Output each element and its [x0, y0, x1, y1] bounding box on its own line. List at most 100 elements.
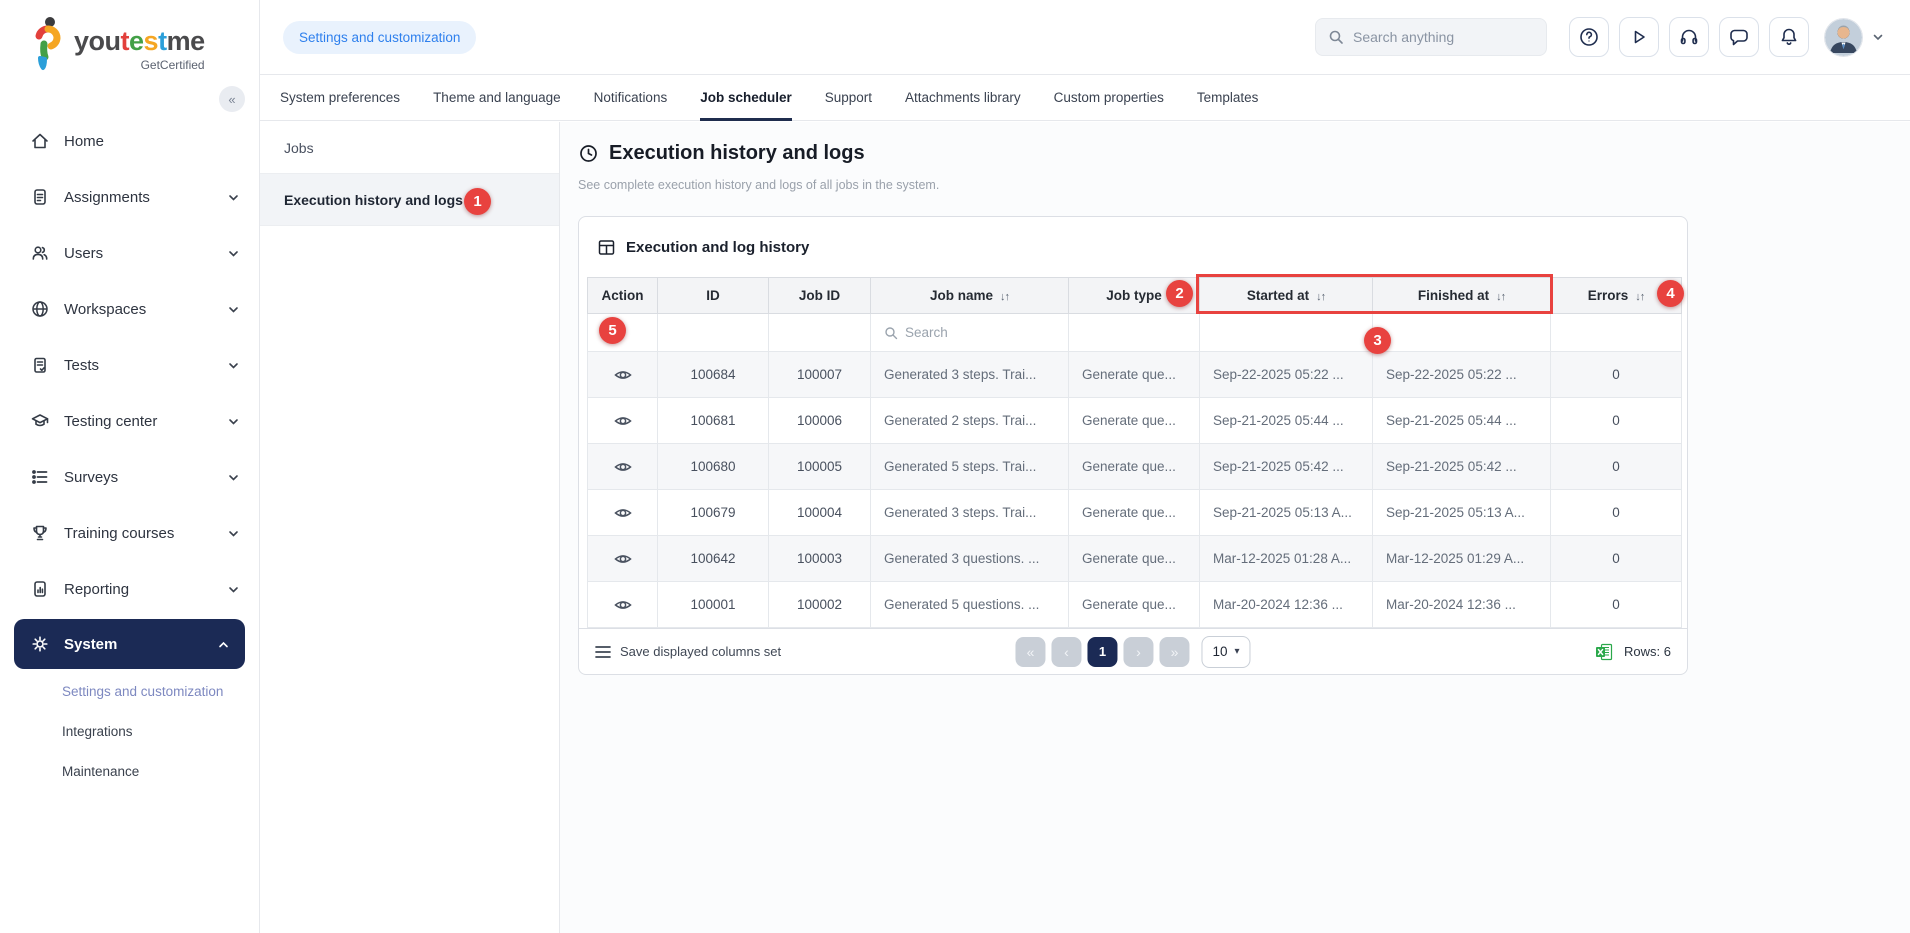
- excel-export-icon[interactable]: [1594, 642, 1614, 662]
- tab-system-preferences[interactable]: System preferences: [280, 75, 400, 120]
- sidebar-item-label: Reporting: [64, 580, 130, 598]
- chat-button[interactable]: [1719, 17, 1759, 57]
- tutorials-button[interactable]: [1619, 17, 1659, 57]
- sidebar-item-reporting[interactable]: Reporting: [0, 561, 259, 617]
- sidebar-item-surveys[interactable]: Surveys: [0, 449, 259, 505]
- settings-tab-bar: System preferences Theme and language Noti…: [260, 75, 1910, 121]
- chat-bubble-icon: [1728, 26, 1750, 48]
- last-page-button[interactable]: »: [1159, 636, 1190, 667]
- chevron-down-icon: [228, 192, 239, 203]
- current-page-button[interactable]: 1: [1087, 636, 1118, 667]
- sidebar-subitem-settings-and-customization[interactable]: Settings and customization: [0, 671, 259, 711]
- system-subitems: Settings and customization Integrations …: [0, 671, 259, 791]
- sidebar-item-users[interactable]: Users: [0, 225, 259, 281]
- table-row: 100680 100005 Generated 5 steps. Trai... Ge…: [587, 443, 1682, 490]
- sidebar-item-assignments[interactable]: Assignments: [0, 169, 259, 225]
- errors-filter-cell[interactable]: [1550, 313, 1682, 352]
- job-name-filter[interactable]: [871, 325, 1068, 340]
- headphones-icon: [1678, 26, 1700, 48]
- id-filter-cell[interactable]: [657, 313, 769, 352]
- sidebar-item-tests[interactable]: Tests: [0, 337, 259, 393]
- tab-support[interactable]: Support: [825, 75, 872, 120]
- tab-attachments-library[interactable]: Attachments library: [905, 75, 1021, 120]
- chevron-down-icon: [228, 472, 239, 483]
- view-log-button[interactable]: [588, 457, 657, 477]
- report-icon: [30, 579, 50, 599]
- view-log-button[interactable]: [588, 365, 657, 385]
- table-row: 100684 100007 Generated 3 steps. Trai... Ge…: [587, 351, 1682, 398]
- first-page-button[interactable]: «: [1015, 636, 1046, 667]
- prev-page-button[interactable]: ‹: [1051, 636, 1082, 667]
- avatar-menu-chevron-icon[interactable]: [1872, 31, 1884, 43]
- tab-notifications[interactable]: Notifications: [594, 75, 668, 120]
- history-clock-icon: [578, 143, 599, 164]
- save-columns-button[interactable]: Save displayed columns set: [595, 644, 781, 659]
- notifications-button[interactable]: [1769, 17, 1809, 57]
- column-header-action: Action: [587, 277, 658, 314]
- chevron-down-icon: [228, 416, 239, 427]
- view-log-button[interactable]: [588, 595, 657, 615]
- sidebar-subitem-integrations[interactable]: Integrations: [0, 711, 259, 751]
- users-icon: [30, 243, 50, 263]
- brand-tagline: GetCertified: [140, 58, 205, 72]
- trophy-icon: [30, 523, 50, 543]
- annotation-badge-5: 5: [599, 317, 626, 344]
- breadcrumb-chip[interactable]: Settings and customization: [283, 20, 477, 54]
- started-at-filter-cell[interactable]: [1199, 313, 1373, 352]
- globe-icon: [30, 299, 50, 319]
- page-size-select[interactable]: 10 ▾: [1201, 635, 1251, 668]
- table-row: 100679 100004 Generated 3 steps. Trai... Ge…: [587, 489, 1682, 536]
- main-content: Execution history and logs See complete …: [560, 122, 1910, 933]
- sidebar-item-label: Surveys: [64, 468, 119, 486]
- subnav-item-execution-history[interactable]: Execution history and logs: [260, 174, 559, 226]
- sidebar-item-home[interactable]: Home: [0, 113, 259, 169]
- tab-templates[interactable]: Templates: [1197, 75, 1259, 120]
- finished-at-filter-cell[interactable]: [1372, 313, 1551, 352]
- execution-history-table: Action ID Job ID Job name ↓↑ Job type Started …: [587, 277, 1682, 628]
- pagination: « ‹ 1 › » 10 ▾: [1015, 635, 1251, 668]
- search-icon: [1328, 29, 1344, 45]
- tab-job-scheduler[interactable]: Job scheduler: [700, 75, 792, 121]
- brand-wordmark: youtestme: [74, 26, 205, 56]
- view-log-button[interactable]: [588, 549, 657, 569]
- subnav-item-jobs[interactable]: Jobs: [260, 122, 559, 174]
- chevron-down-icon: [228, 248, 239, 259]
- gear-icon: [30, 634, 50, 654]
- search-input[interactable]: [1353, 29, 1534, 45]
- select-caret-icon: ▾: [1234, 646, 1240, 657]
- column-header-job-name[interactable]: Job name ↓↑: [870, 277, 1069, 314]
- view-log-button[interactable]: [588, 411, 657, 431]
- job-scheduler-subnav: Jobs Execution history and logs: [260, 122, 560, 933]
- user-avatar[interactable]: [1825, 18, 1862, 56]
- help-button[interactable]: [1569, 17, 1609, 57]
- sidebar-collapse-button[interactable]: «: [219, 86, 245, 112]
- annotation-badge-1: 1: [464, 188, 491, 215]
- annotation-badge-4: 4: [1657, 280, 1684, 307]
- bell-icon: [1778, 26, 1800, 48]
- brand-mark-icon: [26, 14, 68, 72]
- sidebar-subitem-maintenance[interactable]: Maintenance: [0, 751, 259, 791]
- chevron-down-icon: [228, 528, 239, 539]
- tab-custom-properties[interactable]: Custom properties: [1054, 75, 1164, 120]
- job-type-filter-cell[interactable]: [1068, 313, 1200, 352]
- annotation-badge-3: 3: [1364, 327, 1391, 354]
- sidebar-item-testing-center[interactable]: Testing center: [0, 393, 259, 449]
- tab-theme-and-language[interactable]: Theme and language: [433, 75, 561, 120]
- global-search[interactable]: [1315, 18, 1547, 56]
- next-page-button[interactable]: ›: [1123, 636, 1154, 667]
- job-id-filter-cell[interactable]: [768, 313, 871, 352]
- sort-icon[interactable]: ↓↑: [1635, 291, 1645, 303]
- sort-icon[interactable]: ↓↑: [1000, 291, 1010, 303]
- sidebar-item-label: Training courses: [64, 524, 175, 542]
- support-button[interactable]: [1669, 17, 1709, 57]
- table-footer: Save displayed columns set « ‹ 1 › » 10 …: [579, 628, 1687, 674]
- card-title: Execution and log history: [579, 217, 1687, 277]
- sidebar-item-workspaces[interactable]: Workspaces: [0, 281, 259, 337]
- sidebar-item-system[interactable]: System: [14, 619, 245, 669]
- job-name-search-input[interactable]: [905, 325, 1053, 340]
- search-icon: [884, 326, 898, 340]
- view-log-button[interactable]: [588, 503, 657, 523]
- annotation-rectangle-started-finished: [1196, 274, 1553, 314]
- sidebar-item-training-courses[interactable]: Training courses: [0, 505, 259, 561]
- column-header-job-id: Job ID: [768, 277, 871, 314]
